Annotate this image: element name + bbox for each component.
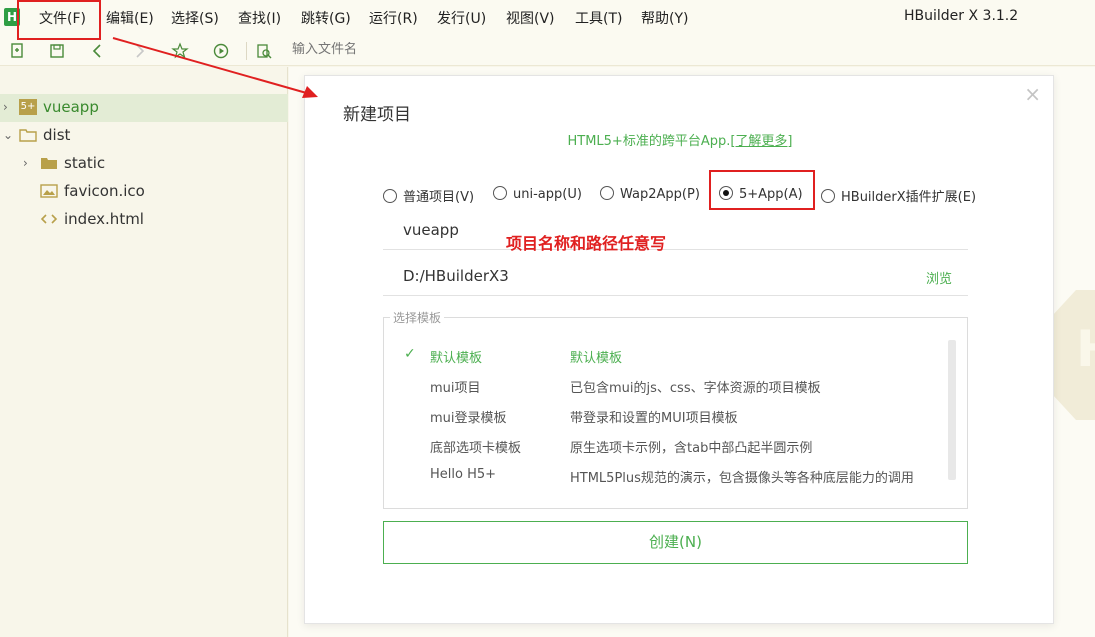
learn-more-link[interactable]: [了解更多] [730, 134, 792, 149]
preview-icon[interactable] [254, 41, 274, 61]
template-item-default[interactable]: ✓ 默认模板 默认模板 [384, 344, 944, 368]
template-item-mui[interactable]: mui项目 已包含mui的js、css、字体资源的项目模板 [384, 374, 944, 398]
folder-open-icon [19, 127, 37, 143]
radio-label: HBuilderX插件扩展(E) [841, 190, 977, 205]
app-title: HBuilder X 3.1.2 [904, 8, 1019, 24]
radio-uni-app[interactable]: uni-app(U) [493, 186, 582, 202]
project-path-input[interactable] [403, 267, 803, 285]
tree-item-static[interactable]: › static [0, 150, 288, 178]
create-button[interactable]: 创建(N) [383, 521, 968, 564]
project-5plus-icon: 5+ [19, 99, 37, 115]
check-icon: ✓ [404, 346, 416, 362]
annotation-box-5plus-app [709, 170, 815, 210]
template-desc: 原生选项卡示例，含tab中部凸起半圆示例 [570, 441, 813, 456]
folder-icon [40, 155, 58, 171]
template-desc: HTML5Plus规范的演示，包含摄像头等各种底层能力的调用 [570, 471, 914, 486]
project-tree: › 5+ vueapp ⌄ dist › static favicon.ico … [0, 67, 288, 637]
dialog-title: 新建项目 [343, 105, 411, 125]
template-legend: 选择模板 [390, 309, 445, 326]
radio-label: Wap2App(P) [620, 187, 700, 202]
project-path-field: 浏览 [383, 258, 968, 296]
file-search-input[interactable] [292, 42, 492, 57]
menu-help[interactable]: 帮助(Y) [641, 8, 688, 28]
tree-item-label: dist [43, 126, 71, 144]
radio-label: 普通项目(V) [403, 190, 475, 205]
toolbar [0, 36, 1095, 66]
radio-circle[interactable] [600, 186, 614, 200]
radio-circle[interactable] [493, 186, 507, 200]
radio-plugin-extension[interactable]: HBuilderX插件扩展(E) [821, 186, 976, 205]
template-item-bottom-tabs[interactable]: 底部选项卡模板 原生选项卡示例，含tab中部凸起半圆示例 [384, 434, 944, 458]
menu-goto[interactable]: 跳转(G) [301, 8, 351, 28]
radio-circle[interactable] [821, 189, 835, 203]
radio-wap2app[interactable]: Wap2App(P) [600, 186, 700, 202]
star-icon[interactable] [170, 41, 190, 61]
radio-label: uni-app(U) [513, 187, 582, 202]
hbuilder-watermark: H [1052, 290, 1095, 420]
toolbar-divider [246, 42, 247, 60]
menu-edit[interactable]: 编辑(E) [106, 8, 154, 28]
chevron-right-icon[interactable]: › [23, 156, 28, 170]
radio-circle[interactable] [383, 189, 397, 203]
dialog-subtitle: HTML5+标准的跨平台App.[了解更多] [305, 130, 1055, 149]
menu-select[interactable]: 选择(S) [171, 8, 219, 28]
tree-item-dist[interactable]: ⌄ dist [0, 122, 288, 150]
chevron-down-icon[interactable]: ⌄ [3, 128, 13, 142]
tree-item-label: static [64, 154, 106, 172]
template-scrollbar[interactable] [948, 340, 956, 480]
radio-normal-project[interactable]: 普通项目(V) [383, 186, 474, 205]
tree-item-label: favicon.ico [64, 182, 145, 200]
browse-button[interactable]: 浏览 [926, 268, 952, 287]
tree-item-label: index.html [64, 210, 144, 228]
watermark-letter: H [1076, 320, 1095, 378]
tree-item-index-html[interactable]: index.html [0, 206, 288, 234]
run-icon[interactable] [211, 41, 231, 61]
new-file-icon[interactable] [7, 41, 27, 61]
menu-view[interactable]: 视图(V) [506, 8, 555, 28]
template-item-hello-h5plus[interactable]: Hello H5+ HTML5Plus规范的演示，包含摄像头等各种底层能力的调用 [384, 464, 944, 488]
template-desc: 带登录和设置的MUI项目模板 [570, 411, 738, 426]
menu-run[interactable]: 运行(R) [369, 8, 418, 28]
save-icon[interactable] [47, 41, 67, 61]
new-project-dialog: × 新建项目 HTML5+标准的跨平台App.[了解更多] 普通项目(V) un… [304, 75, 1054, 624]
menu-find[interactable]: 查找(I) [238, 8, 281, 28]
annotation-box-file-menu [17, 0, 101, 40]
tree-item-vueapp[interactable]: › 5+ vueapp [0, 94, 288, 122]
close-icon[interactable]: × [1024, 82, 1041, 106]
template-name: mui登录模板 [430, 411, 507, 426]
template-name: mui项目 [430, 381, 481, 396]
tree-item-favicon[interactable]: favicon.ico [0, 178, 288, 206]
image-file-icon [40, 183, 58, 199]
dialog-subtitle-text: HTML5+标准的跨平台App. [567, 134, 731, 149]
code-file-icon [40, 211, 58, 227]
template-list: 选择模板 ✓ 默认模板 默认模板 mui项目 已包含mui的js、css、字体资… [383, 309, 968, 509]
template-name: 默认模板 [430, 351, 483, 366]
menu-tools[interactable]: 工具(T) [575, 8, 622, 28]
menu-publish[interactable]: 发行(U) [437, 8, 486, 28]
template-name: 底部选项卡模板 [430, 441, 522, 456]
template-item-mui-login[interactable]: mui登录模板 带登录和设置的MUI项目模板 [384, 404, 944, 428]
tree-item-label: vueapp [43, 98, 99, 116]
back-icon[interactable] [88, 41, 108, 61]
template-desc: 默认模板 [570, 351, 623, 366]
template-desc: 已包含mui的js、css、字体资源的项目模板 [570, 381, 821, 396]
project-name-field [383, 212, 968, 250]
chevron-right-icon[interactable]: › [3, 100, 8, 114]
annotation-note: 项目名称和路径任意写 [506, 234, 667, 253]
template-name: Hello H5+ [430, 467, 497, 482]
menu-bar: H 文件(F) 编辑(E) 选择(S) 查找(I) 跳转(G) 运行(R) 发行… [0, 0, 1095, 36]
forward-icon[interactable] [129, 41, 149, 61]
